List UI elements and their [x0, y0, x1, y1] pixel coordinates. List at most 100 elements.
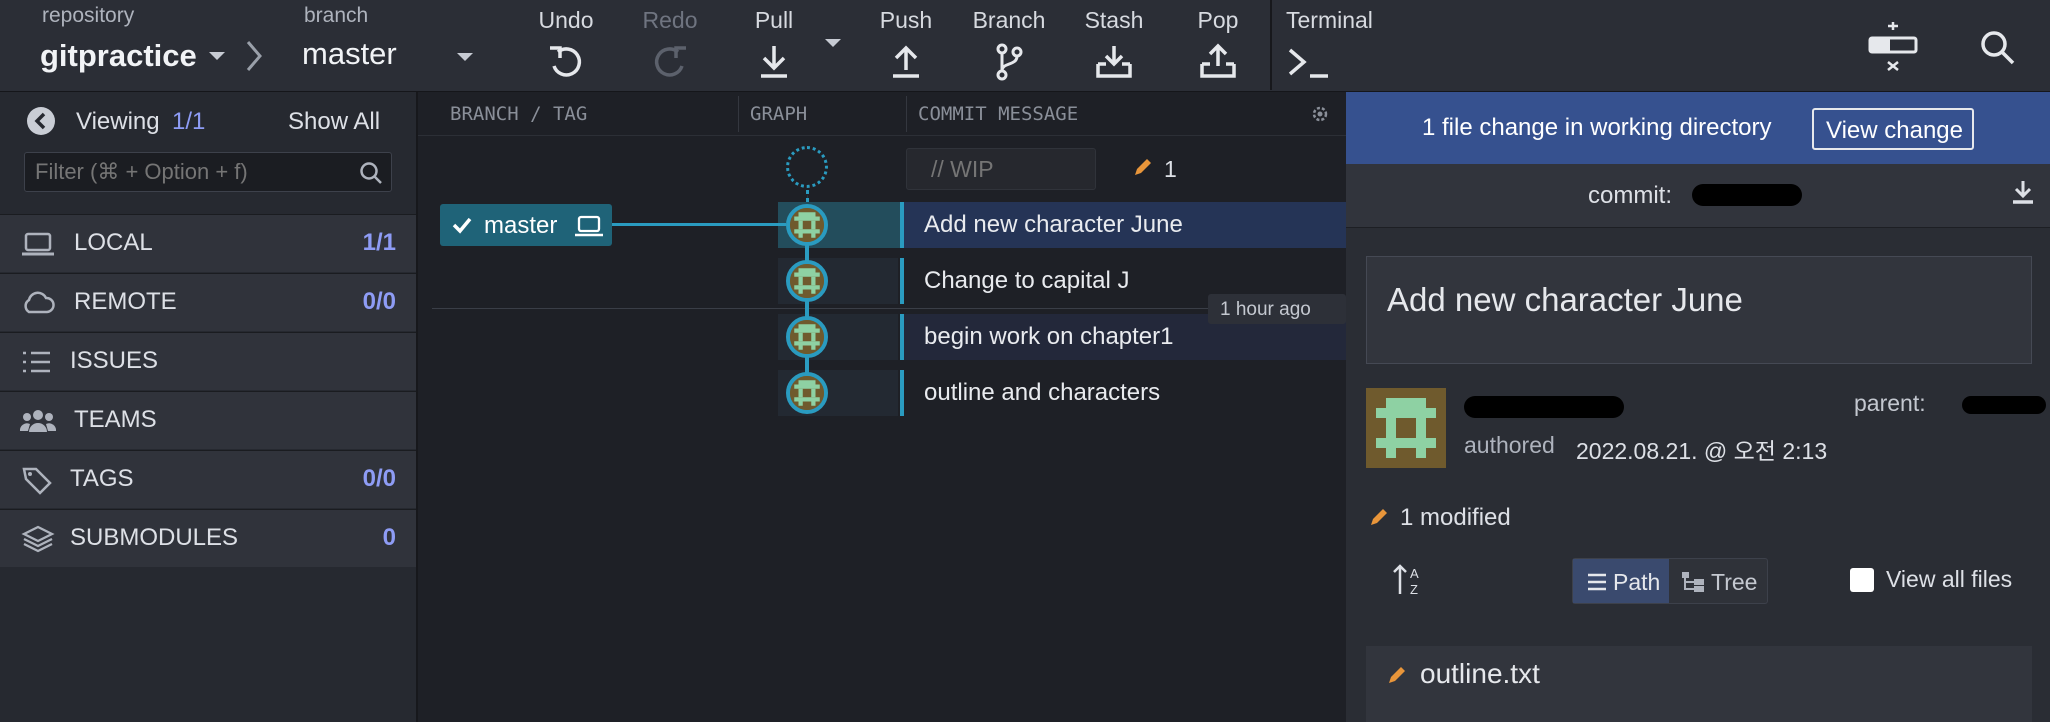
commit-detail-panel: 1 file change in working directory View … — [1346, 92, 2050, 722]
push-icon — [893, 45, 919, 78]
users-icon — [20, 410, 56, 432]
branch-connector-line — [612, 223, 786, 226]
sidebar-item-issues[interactable]: ISSUES — [0, 332, 416, 390]
wip-field[interactable] — [906, 148, 1096, 190]
view-mode-toggle: Path Tree — [1572, 558, 1768, 604]
commit-row[interactable]: outline and characters — [900, 370, 1346, 416]
terminal-icon — [1288, 48, 1328, 78]
branch-button[interactable]: Branch — [966, 0, 1052, 90]
download-icon[interactable] — [2010, 178, 2036, 208]
pencil-icon — [1371, 509, 1387, 525]
filter-input[interactable] — [25, 153, 355, 191]
search-icon — [360, 162, 382, 184]
sort-az-icon[interactable]: AZ — [1392, 562, 1426, 598]
branch-selector[interactable]: master — [302, 34, 482, 78]
banner-text: 1 file change in working directory — [1422, 114, 1772, 141]
parent-label: parent: — [1854, 390, 1926, 416]
modified-count: 1 modified — [1400, 504, 1511, 531]
stash-icon — [1096, 46, 1132, 78]
laptop-icon — [22, 232, 54, 256]
wip-node[interactable] — [786, 146, 828, 188]
commit-row[interactable]: Add new character June — [900, 202, 1346, 248]
commit-summary-box[interactable]: Add new character June — [1366, 256, 2032, 364]
layout-toggle-icon[interactable] — [1866, 22, 1920, 72]
commit-message: Add new character June — [924, 211, 1183, 238]
column-header-branch-tag[interactable]: BRANCH / TAG — [450, 103, 587, 125]
wip-connector — [806, 190, 809, 202]
graph-line — [805, 222, 809, 394]
redacted-sha — [1692, 184, 1802, 206]
filter-field[interactable] — [24, 152, 392, 192]
chevron-down-icon — [457, 53, 473, 61]
redacted-parent-sha[interactable] — [1962, 396, 2046, 414]
commit-summary: Add new character June — [1387, 281, 1743, 318]
view-all-files-checkbox[interactable]: View all files — [1850, 566, 2030, 596]
sidebar-item-remote[interactable]: REMOTE 0/0 — [0, 273, 416, 331]
search-icon[interactable] — [1980, 30, 2016, 66]
pull-button[interactable]: Pull — [738, 0, 810, 90]
branch-label-text: master — [484, 212, 558, 239]
sidebar-item-tags[interactable]: TAGS 0/0 — [0, 450, 416, 508]
redo-button[interactable]: Redo — [634, 0, 706, 90]
pull-icon — [761, 46, 787, 78]
file-row[interactable]: outline.txt — [1366, 646, 2032, 704]
gear-icon[interactable] — [1310, 104, 1330, 124]
commit-avatar[interactable] — [786, 316, 828, 358]
graph-header: BRANCH / TAG GRAPH COMMIT MESSAGE — [418, 92, 1346, 136]
svg-text:Z: Z — [1410, 582, 1418, 597]
tree-view-button[interactable]: Tree — [1669, 559, 1767, 603]
column-divider — [906, 96, 907, 132]
column-header-commit-message[interactable]: COMMIT MESSAGE — [918, 103, 1078, 125]
checkbox-box[interactable] — [1850, 568, 1874, 592]
commit-avatar[interactable] — [786, 372, 828, 414]
repository-name: gitpractice — [40, 38, 197, 73]
repository-label: repository — [42, 4, 135, 27]
commit-avatar[interactable] — [786, 260, 828, 302]
commit-row[interactable]: begin work on chapter1 — [900, 314, 1346, 360]
column-header-graph[interactable]: GRAPH — [750, 103, 807, 125]
branch-label-master[interactable]: master — [440, 204, 612, 246]
pencil-icon — [1389, 667, 1405, 683]
view-change-button[interactable]: View change — [1812, 108, 1974, 150]
path-view-button[interactable]: Path — [1573, 559, 1669, 603]
wip-input[interactable] — [907, 149, 1095, 189]
identicon-icon — [1366, 388, 1446, 468]
undo-button[interactable]: Undo — [530, 0, 602, 90]
redo-icon — [654, 46, 686, 77]
gitkraken-window: repository gitpractice branch master Und… — [0, 0, 2050, 722]
branch-name: master — [302, 36, 397, 71]
terminal-button[interactable]: Terminal — [1286, 0, 1382, 90]
push-button[interactable]: Push — [870, 0, 942, 90]
viewing-count: 1/1 — [172, 108, 206, 135]
identicon-icon — [790, 320, 824, 354]
repository-selector[interactable]: gitpractice — [40, 34, 227, 78]
authored-date: 2022.08.21. @ 오전 2:13 — [1576, 438, 1828, 464]
authored-label: authored — [1464, 432, 1555, 458]
sidebar-item-local[interactable]: LOCAL 1/1 — [0, 214, 416, 272]
collapse-arrow-icon[interactable] — [26, 106, 56, 136]
pencil-icon — [1135, 159, 1151, 175]
list-icon — [1588, 573, 1606, 591]
toolbar: repository gitpractice branch master Und… — [0, 0, 2050, 92]
laptop-icon — [575, 215, 603, 237]
pull-options-chevron-icon[interactable] — [824, 38, 842, 48]
identicon-icon — [790, 208, 824, 242]
commit-message: begin work on chapter1 — [924, 323, 1174, 350]
tag-icon — [22, 467, 52, 495]
working-directory-banner: 1 file change in working directory View … — [1346, 92, 2050, 164]
list-icon — [23, 351, 50, 373]
show-all-button[interactable]: Show All — [288, 108, 380, 136]
sidebar-item-submodules[interactable]: SUBMODULES 0 — [0, 509, 416, 567]
commit-avatar[interactable] — [786, 204, 828, 246]
undo-icon — [550, 46, 582, 77]
branch-label: branch — [304, 4, 369, 27]
stash-button[interactable]: Stash — [1076, 0, 1152, 90]
identicon-icon — [790, 376, 824, 410]
author-avatar — [1366, 388, 1446, 468]
changed-files-list: outline.txt — [1366, 646, 2032, 722]
sidebar-item-teams[interactable]: TEAMS — [0, 391, 416, 449]
chevron-right-icon — [246, 41, 262, 71]
pop-button[interactable]: Pop — [1180, 0, 1256, 90]
commit-sha-bar: commit: — [1346, 164, 2050, 228]
wip-change-count: 1 — [1164, 156, 1177, 182]
